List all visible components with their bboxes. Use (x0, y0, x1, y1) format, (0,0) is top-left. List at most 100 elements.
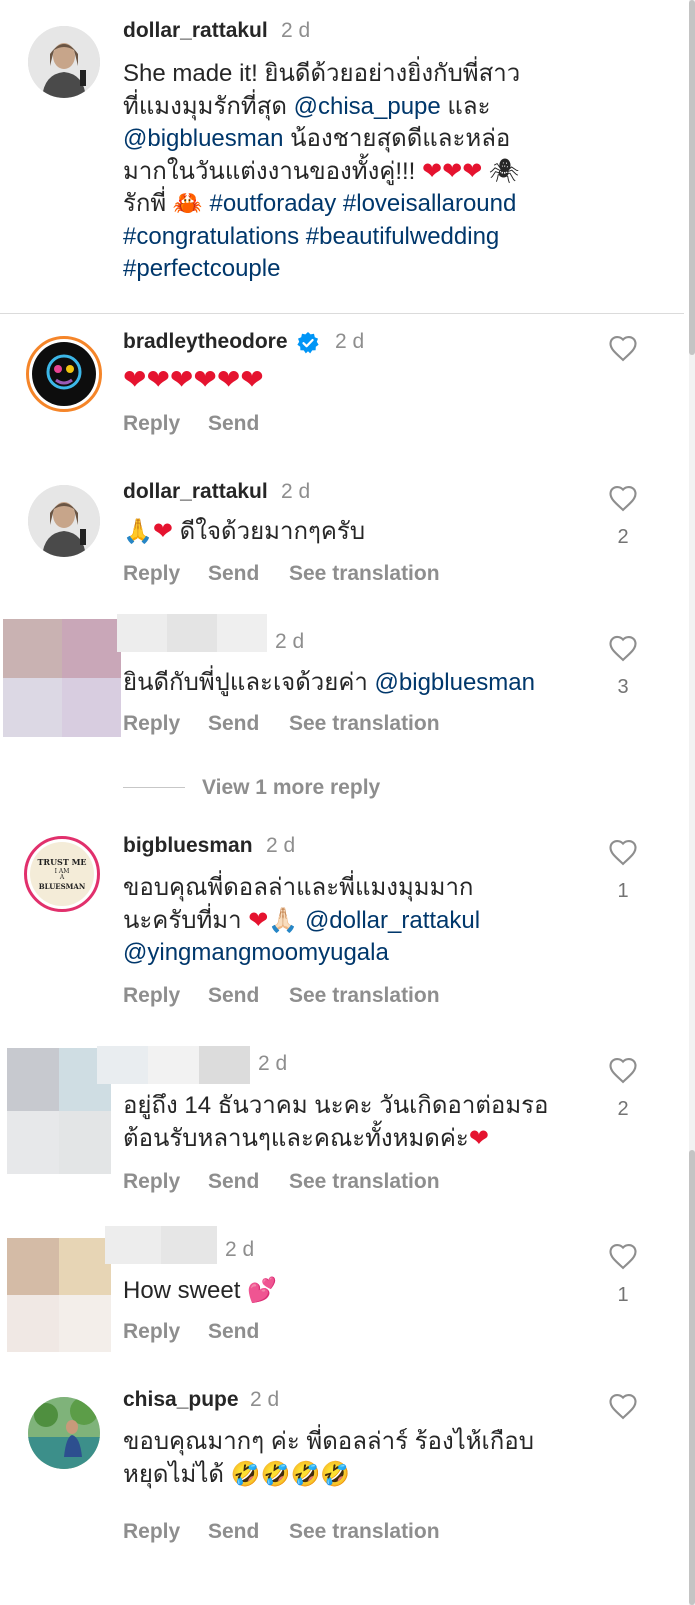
comment-text-segment: และ (440, 92, 491, 120)
username-blurred[interactable] (117, 614, 267, 652)
heart-outline-icon[interactable] (608, 484, 638, 512)
comment-time: 2 d (258, 1052, 288, 1075)
avatar[interactable] (28, 1397, 100, 1469)
see-translation-button[interactable]: See translation (289, 1170, 440, 1194)
comment-text-line: หยุดไม่ได้ 🤣🤣🤣🤣 (123, 1459, 534, 1492)
heart-outline-icon[interactable] (608, 1056, 638, 1084)
comment-text-line: ต้อนรับหลานๆและคณะทั้งหมดค่ะ❤ (123, 1123, 548, 1156)
comment-username[interactable]: dollar_rattakul (123, 480, 268, 504)
hashtag-link[interactable]: #congratulations #beautifulwedding (123, 221, 520, 254)
send-button[interactable]: Send (208, 712, 259, 736)
mention-link[interactable]: @dollar_rattakul (305, 907, 480, 934)
comment-time: 2 d (275, 630, 305, 653)
reply-button[interactable]: Reply (123, 1170, 180, 1194)
send-button[interactable]: Send (208, 1320, 259, 1344)
like-count[interactable]: 2 (608, 526, 638, 549)
heart-emoji: ❤ (248, 906, 269, 934)
see-translation-button[interactable]: See translation (289, 984, 440, 1008)
avatar-blurred[interactable] (7, 1238, 111, 1352)
like-count[interactable]: 1 (608, 1284, 638, 1307)
username-blurred[interactable] (105, 1226, 217, 1264)
comment-time: 2 d (266, 834, 296, 857)
like-count[interactable]: 2 (608, 1098, 638, 1121)
avatar-logo-text: A (59, 874, 65, 881)
avatar-image (32, 342, 96, 406)
avatar[interactable] (26, 336, 102, 412)
comment-time: 2 d (335, 330, 365, 353)
reply-button[interactable]: Reply (123, 712, 180, 736)
comment-text-segment: หยุดไม่ได้ (123, 1460, 231, 1488)
view-more-replies-label[interactable]: View 1 more reply (202, 776, 380, 800)
comment-text-line: ที่แมงมุมรักที่สุด @chisa_pupe และ (123, 91, 520, 124)
comment-text-line: She made it! ยินดีด้วยอย่างยิ่งกับพี่สาว (123, 60, 521, 87)
comment-text-line: อยู่ถึง 14 ธันวาคม นะคะ วันเกิดอาต่อมรอ (123, 1092, 549, 1119)
avatar-blurred[interactable] (3, 619, 121, 737)
scrollbar-track[interactable] (689, 0, 695, 1605)
comment-username[interactable]: bigbluesman (123, 834, 253, 858)
comment-text-segment: มากในวันแต่งงานของทั้งคู่!!! (123, 157, 423, 185)
comment-text-line: ขอบคุณพี่ดอลล่าและพี่แมงมุมมาก (123, 874, 474, 901)
comment-text-line: นะครับที่มา ❤🙏🏻 @dollar_rattakul (123, 905, 480, 938)
mention-link[interactable]: @yingmangmoomyugala (123, 937, 480, 970)
mention-link[interactable]: @bigbluesman (123, 125, 283, 152)
avatar[interactable] (28, 26, 100, 98)
mention-link[interactable]: @chisa_pupe (294, 93, 441, 120)
heart-emoji: ❤ (152, 518, 173, 545)
comment-text-segment: ต้อนรับหลานๆและคณะทั้งหมดค่ะ (123, 1124, 469, 1152)
send-button[interactable]: Send (208, 984, 259, 1008)
heart-emoji: ❤❤❤ (422, 157, 483, 185)
heart-emoji: ❤ (468, 1124, 489, 1152)
heart-outline-icon[interactable] (608, 634, 638, 662)
like-count[interactable]: 1 (608, 880, 638, 903)
comment-time: 2 d (225, 1238, 255, 1261)
send-button[interactable]: Send (208, 562, 259, 586)
see-translation-button[interactable]: See translation (289, 562, 440, 586)
comment-text: ขอบคุณมากๆ ค่ะ พี่ดอลล่าร์ ร้องไห้เกือบ … (123, 1426, 534, 1491)
like-count[interactable]: 3 (608, 676, 638, 699)
reply-button[interactable]: Reply (123, 412, 180, 436)
heart-outline-icon[interactable] (608, 1242, 638, 1270)
comment-username[interactable]: chisa_pupe (123, 1388, 239, 1412)
comment-text-segment: รักพี่ 🦀 (123, 190, 210, 217)
comment-text-segment: How sweet (123, 1277, 248, 1304)
heart-outline-icon[interactable] (608, 334, 638, 362)
see-translation-button[interactable]: See translation (289, 712, 440, 736)
send-button[interactable]: Send (208, 1170, 259, 1194)
comment-text-segment: ดีใจด้วยมากๆครับ (173, 518, 366, 545)
send-button[interactable]: Send (208, 1520, 259, 1544)
heart-outline-icon[interactable] (608, 838, 638, 866)
avatar-image (28, 26, 100, 98)
send-button[interactable]: Send (208, 412, 259, 436)
comment-time: 2 d (281, 19, 311, 42)
comment-username[interactable]: dollar_rattakul (123, 19, 268, 43)
comment-time: 2 d (281, 480, 311, 503)
reply-button[interactable]: Reply (123, 984, 180, 1008)
avatar[interactable] (28, 485, 100, 557)
spider-emoji: 🕷 (482, 157, 520, 185)
comment-text: She made it! ยินดีด้วยอย่างยิ่งกับพี่สาว… (123, 58, 520, 286)
comment-text: อยู่ถึง 14 ธันวาคม นะคะ วันเกิดอาต่อมรอ … (123, 1090, 548, 1155)
mention-link[interactable]: @bigbluesman (375, 669, 535, 696)
avatar-image (28, 485, 100, 557)
comment-text-segment: น้องชายสุดดีและหล่อ (283, 125, 511, 152)
comment-text-segment: นะครับที่มา (123, 906, 249, 934)
scrollbar-thumb[interactable] (689, 0, 695, 355)
avatar[interactable]: TRUST ME I AM A BLUESMAN (24, 836, 100, 912)
comment-text-line: มากในวันแต่งงานของทั้งคู่!!! ❤❤❤ 🕷 (123, 156, 520, 189)
reply-button[interactable]: Reply (123, 1520, 180, 1544)
comment-text-line: รักพี่ 🦀 #outforaday #loveisallaround (123, 188, 520, 221)
avatar-logo-text: BLUESMAN (38, 882, 86, 891)
heart-outline-icon[interactable] (608, 1392, 638, 1420)
divider (0, 313, 684, 314)
hashtag-link[interactable]: #outforaday #loveisallaround (209, 190, 516, 217)
reply-button[interactable]: Reply (123, 562, 180, 586)
comment-text: ขอบคุณพี่ดอลล่าและพี่แมงมุมมาก นะครับที่… (123, 872, 480, 970)
username-blurred[interactable] (97, 1046, 250, 1084)
scrollbar-thumb[interactable] (689, 1150, 695, 1605)
avatar-blurred[interactable] (7, 1048, 111, 1174)
comment-username[interactable]: bradleytheodore (123, 330, 288, 354)
see-translation-button[interactable]: See translation (289, 1520, 440, 1544)
hashtag-link[interactable]: #perfectcouple (123, 253, 520, 286)
reply-button[interactable]: Reply (123, 1320, 180, 1344)
comment-text: How sweet 💕 (123, 1275, 277, 1308)
